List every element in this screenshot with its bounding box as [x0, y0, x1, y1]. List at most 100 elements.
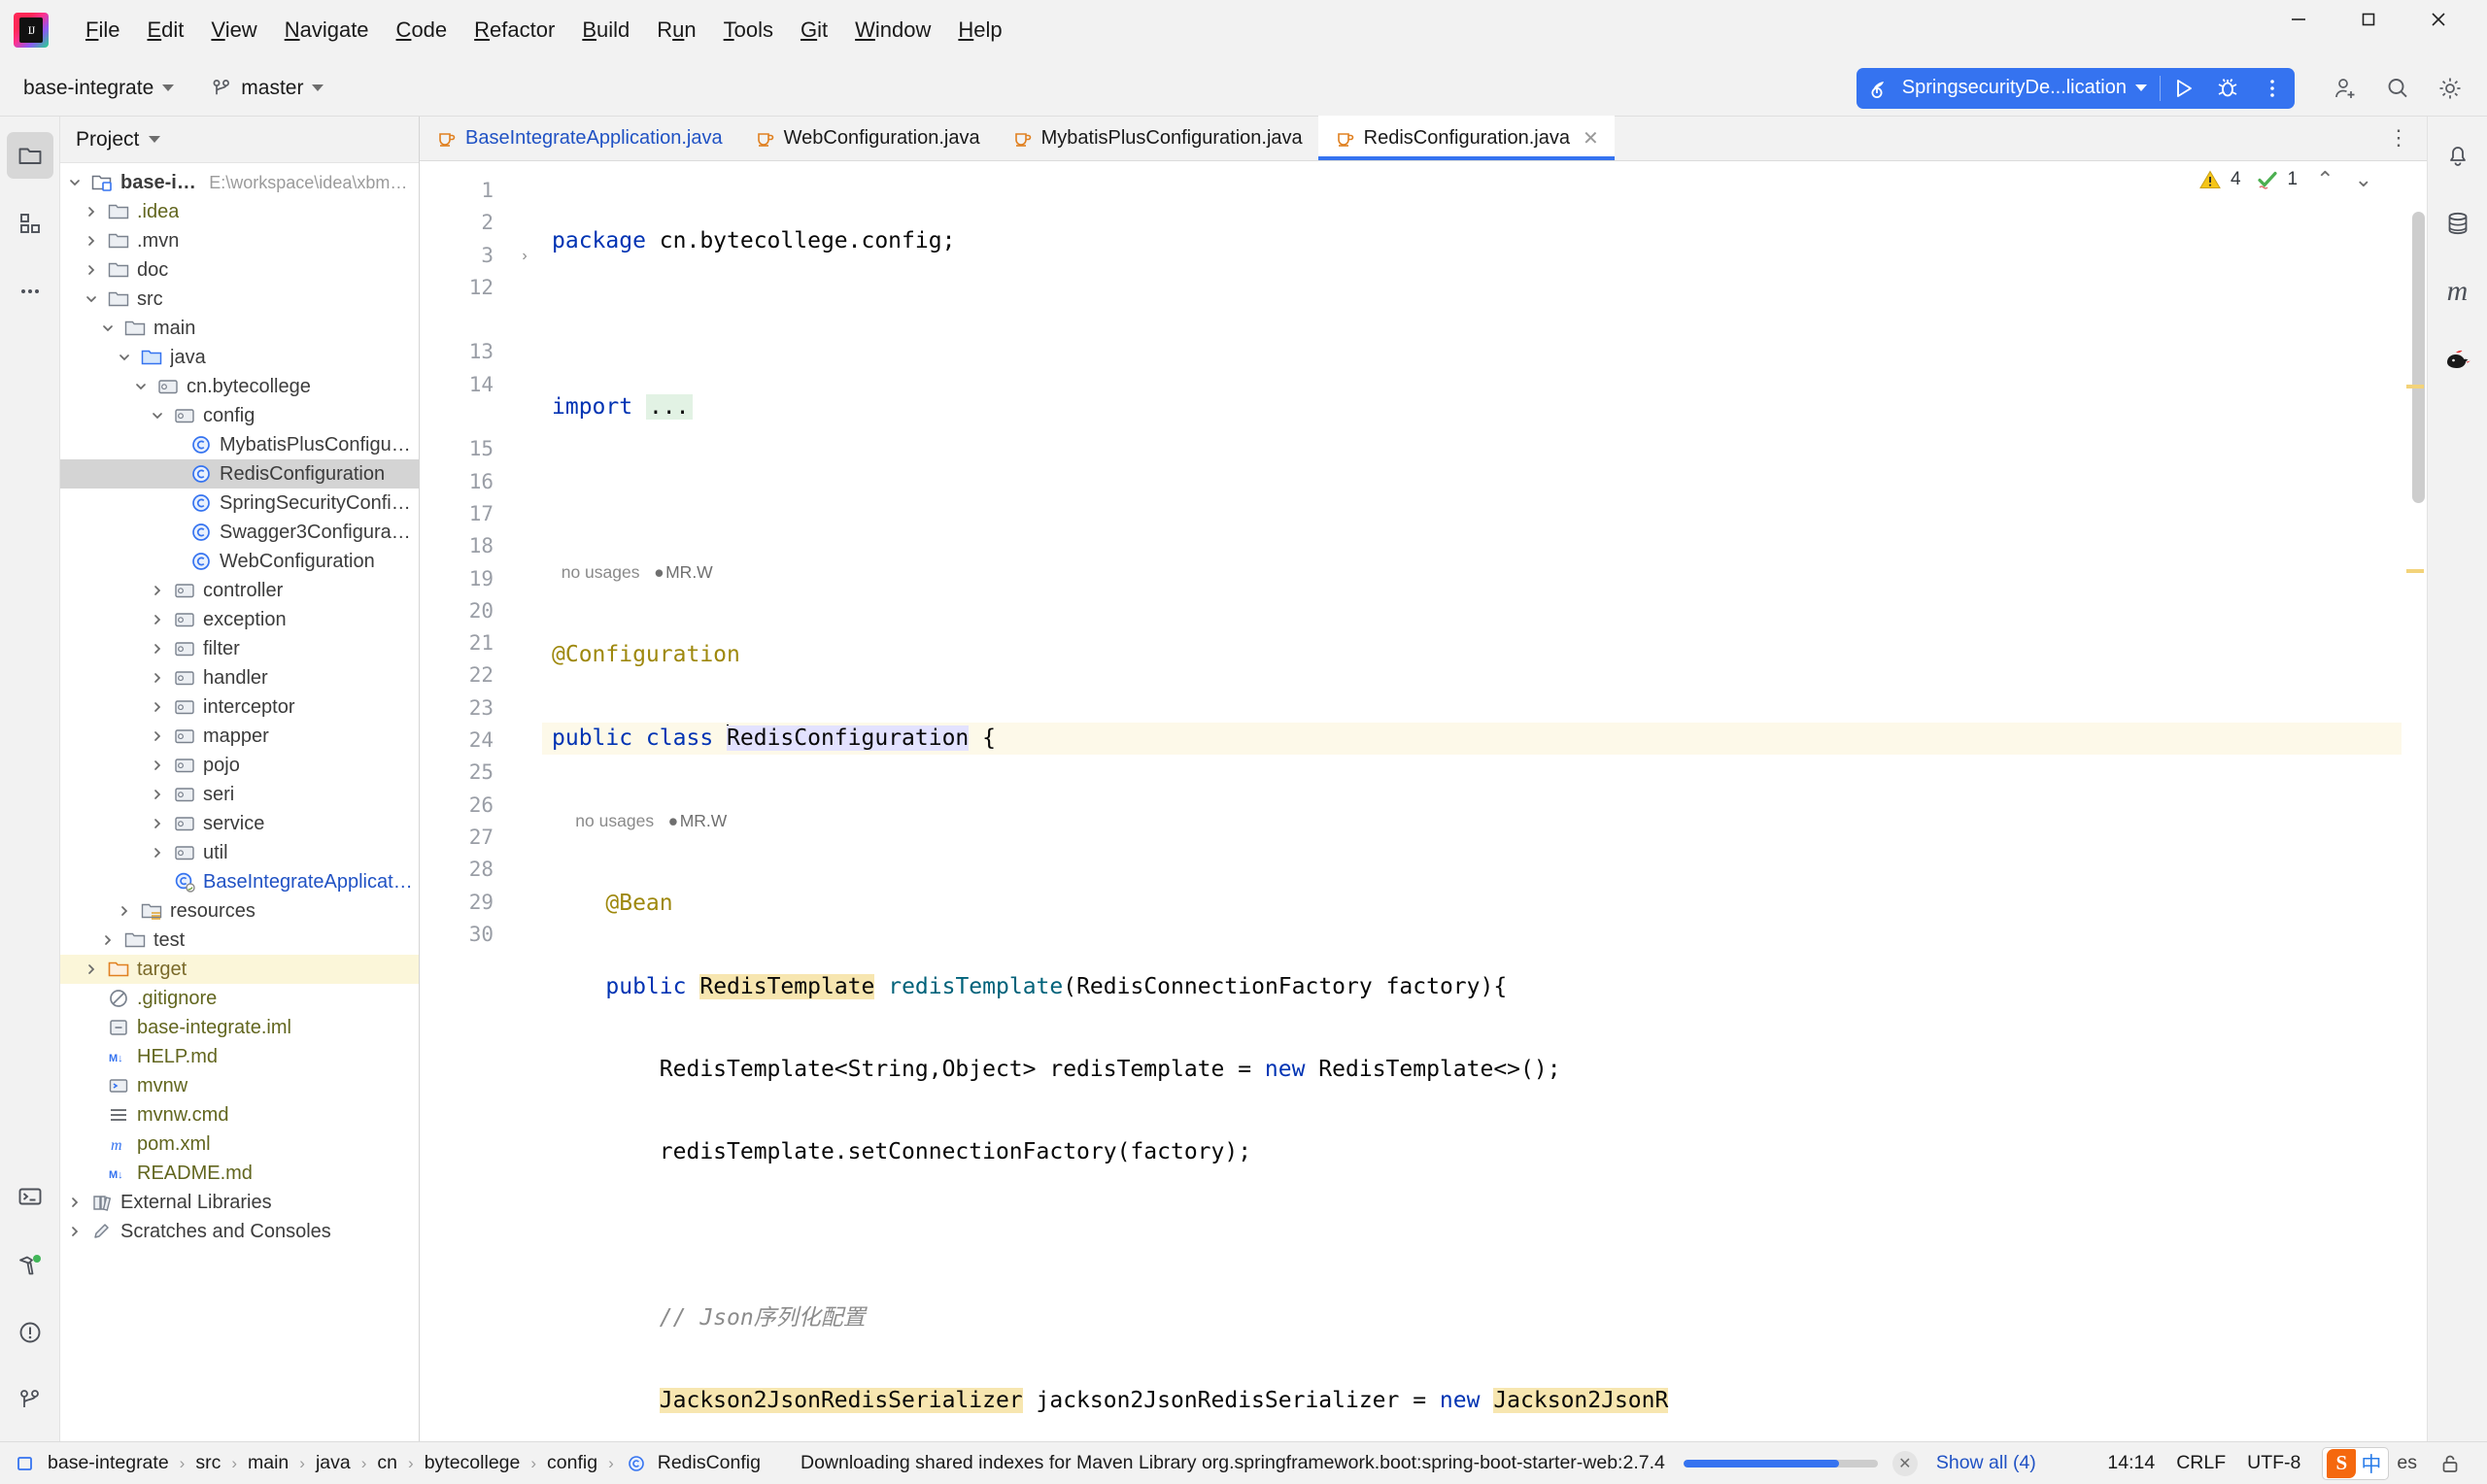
tree-expand-arrow[interactable] — [85, 234, 106, 248]
tree-expand-arrow[interactable] — [151, 700, 172, 714]
tree-node-base-integrate[interactable]: base-integrate E:\workspace\idea\xbmd2020… — [60, 168, 419, 197]
next-problem-button[interactable]: ⌄ — [2355, 167, 2372, 192]
tree-node-mvnw[interactable]: mvnw — [60, 1071, 419, 1100]
tree-node-webconfiguration[interactable]: WebConfiguration — [60, 547, 419, 576]
tree-node-src[interactable]: src — [60, 285, 419, 314]
tree-expand-arrow[interactable] — [151, 613, 172, 626]
tree-node-mapper[interactable]: mapper — [60, 722, 419, 751]
tool-window-database[interactable] — [2435, 200, 2481, 247]
tree-node-pom-xml[interactable]: m pom.xml — [60, 1130, 419, 1159]
editor-tab-baseintegrateapplication-java[interactable]: BaseIntegrateApplication.java — [420, 116, 738, 160]
tree-node--idea[interactable]: .idea — [60, 197, 419, 226]
tree-node-scratches-and-consoles[interactable]: Scratches and Consoles — [60, 1217, 419, 1246]
marker-warning[interactable] — [2406, 569, 2424, 573]
marker-warning[interactable] — [2406, 385, 2424, 388]
run-button[interactable] — [2161, 68, 2205, 109]
tree-expand-arrow[interactable] — [118, 904, 139, 918]
tree-expand-arrow[interactable] — [118, 351, 139, 364]
menu-edit[interactable]: Edit — [133, 12, 197, 49]
menu-git[interactable]: Git — [787, 12, 841, 49]
editor-tab-redisconfiguration-java[interactable]: RedisConfiguration.java ✕ — [1317, 116, 1615, 160]
tree-expand-arrow[interactable] — [85, 962, 106, 976]
menu-build[interactable]: Build — [568, 12, 643, 49]
tool-window-project[interactable] — [6, 132, 53, 179]
tool-window-git[interactable] — [7, 1377, 53, 1424]
editor-tab-mybatisplusconfiguration-java[interactable]: MybatisPlusConfiguration.java — [996, 116, 1318, 160]
tree-expand-arrow[interactable] — [68, 176, 89, 189]
code-with-me-button[interactable] — [2322, 65, 2368, 112]
tree-node-cn-bytecollege[interactable]: cn.bytecollege — [60, 372, 419, 401]
menu-window[interactable]: Window — [841, 12, 944, 49]
tree-expand-arrow[interactable] — [68, 1196, 89, 1209]
inspection-widget[interactable]: 4 1 ⌃ ⌄ — [2198, 167, 2372, 192]
menu-help[interactable]: Help — [944, 12, 1015, 49]
tree-node-base-integrate-iml[interactable]: base-integrate.iml — [60, 1013, 419, 1042]
tree-expand-arrow[interactable] — [151, 759, 172, 772]
tool-window-terminal[interactable] — [7, 1173, 53, 1220]
tool-window-problems[interactable] — [7, 1309, 53, 1356]
tree-node-interceptor[interactable]: interceptor — [60, 692, 419, 722]
menu-tools[interactable]: Tools — [710, 12, 787, 49]
tree-node-pojo[interactable]: pojo — [60, 751, 419, 780]
close-button[interactable] — [2403, 0, 2473, 39]
breadcrumb-item-bytecollege[interactable]: bytecollege — [425, 1452, 521, 1474]
tree-expand-arrow[interactable] — [151, 642, 172, 656]
tree-node-swagger3configuration[interactable]: Swagger3Configuration — [60, 518, 419, 547]
tree-node--mvn[interactable]: .mvn — [60, 226, 419, 255]
tree-node-util[interactable]: util — [60, 838, 419, 867]
tool-window-structure[interactable] — [7, 200, 53, 247]
breadcrumb-item-config[interactable]: config — [547, 1452, 597, 1474]
breadcrumb-item-redisconfig[interactable]: RedisConfig — [658, 1452, 761, 1474]
tree-node-service[interactable]: service — [60, 809, 419, 838]
chevron-down-icon[interactable] — [149, 136, 161, 143]
close-tab-button[interactable]: ✕ — [1583, 126, 1599, 151]
tree-node-springsecurityconfiguration[interactable]: SpringSecurityConfiguration — [60, 489, 419, 518]
tree-node--gitignore[interactable]: .gitignore — [60, 984, 419, 1013]
menu-navigate[interactable]: Navigate — [271, 12, 383, 49]
line-number-gutter[interactable]: 1 2 3 12 13 14 15 16 17 18 19 20 21 22 23 24 25 26 27 28 29 3… — [420, 161, 507, 1441]
prev-problem-button[interactable]: ⌃ — [2316, 167, 2334, 192]
tree-expand-arrow[interactable] — [101, 933, 122, 947]
breadcrumb-item-java[interactable]: java — [316, 1452, 351, 1474]
menu-run[interactable]: Run — [643, 12, 709, 49]
tree-node-doc[interactable]: doc — [60, 255, 419, 285]
tree-expand-arrow[interactable] — [151, 846, 172, 860]
run-more-button[interactable] — [2250, 68, 2295, 109]
tree-node-readme-md[interactable]: M↓ README.md — [60, 1159, 419, 1188]
tree-node-seri[interactable]: seri — [60, 780, 419, 809]
menu-refactor[interactable]: Refactor — [460, 12, 568, 49]
editor-tab-webconfiguration-java[interactable]: WebConfiguration.java — [738, 116, 996, 160]
breadcrumb-item-src[interactable]: src — [195, 1452, 221, 1474]
tree-expand-arrow[interactable] — [68, 1225, 89, 1238]
tree-node-help-md[interactable]: M↓ HELP.md — [60, 1042, 419, 1071]
tool-window-bird[interactable] — [2435, 336, 2481, 383]
code-folding-column[interactable]: › — [507, 161, 542, 1441]
tree-node-test[interactable]: test — [60, 926, 419, 955]
tree-node-exception[interactable]: exception — [60, 605, 419, 634]
tree-expand-arrow[interactable] — [134, 380, 155, 393]
minimize-button[interactable] — [2264, 0, 2334, 39]
scrollbar-thumb[interactable] — [2412, 212, 2425, 503]
tree-node-external-libraries[interactable]: External Libraries — [60, 1188, 419, 1217]
settings-button[interactable] — [2427, 65, 2473, 112]
tree-node-redisconfiguration[interactable]: RedisConfiguration — [60, 459, 419, 489]
maximize-button[interactable] — [2334, 0, 2403, 39]
tree-node-config[interactable]: config — [60, 401, 419, 430]
fold-import-toggle[interactable]: › — [507, 240, 542, 272]
tree-expand-arrow[interactable] — [101, 321, 122, 335]
tool-window-build[interactable] — [7, 1241, 53, 1288]
tree-expand-arrow[interactable] — [151, 409, 172, 422]
branch-selector[interactable]: master — [201, 71, 333, 106]
tree-node-handler[interactable]: handler — [60, 663, 419, 692]
tree-node-target[interactable]: target — [60, 955, 419, 984]
tree-node-filter[interactable]: filter — [60, 634, 419, 663]
encoding-widget[interactable]: UTF-8 — [2247, 1452, 2300, 1474]
menu-code[interactable]: Code — [383, 12, 461, 49]
tree-expand-arrow[interactable] — [151, 584, 172, 597]
lock-icon[interactable] — [2438, 1452, 2462, 1475]
editor-scrollbar[interactable] — [2402, 161, 2427, 1441]
breadcrumb-item-base-integrate[interactable]: base-integrate — [48, 1452, 169, 1474]
tree-expand-arrow[interactable] — [85, 292, 106, 306]
show-all-link[interactable]: Show all (4) — [1936, 1452, 2036, 1474]
tree-expand-arrow[interactable] — [85, 263, 106, 277]
